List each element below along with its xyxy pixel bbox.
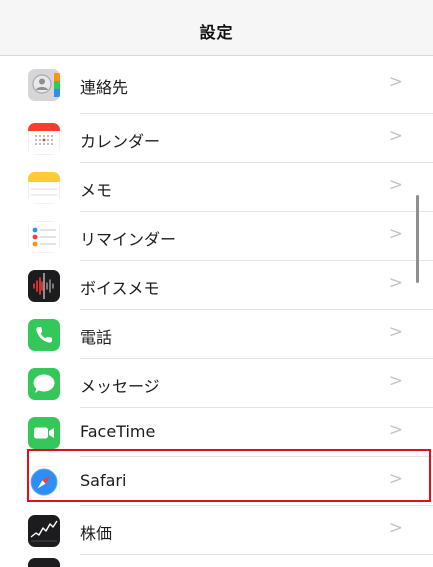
settings-item-label: 連絡先 (80, 78, 129, 97)
navigation-bar: 設定 (0, 0, 433, 56)
settings-screen: 設定 連絡先 > カレンダー > メモ > リマインダー > ボイスメモ > 電… (0, 0, 433, 567)
settings-item-contacts[interactable]: 連絡先 > (0, 56, 433, 114)
divider (80, 554, 433, 555)
contacts-icon (28, 69, 60, 101)
settings-item-notes[interactable]: メモ > (0, 163, 433, 212)
chevron-right-icon: > (388, 371, 403, 391)
messages-icon (28, 368, 60, 400)
settings-item-calendar[interactable]: カレンダー > (0, 114, 433, 163)
chevron-right-icon: > (388, 126, 403, 146)
chevron-right-icon: > (388, 175, 403, 195)
settings-item-label: カレンダー (80, 132, 161, 151)
calendar-icon (28, 123, 60, 155)
settings-item-stocks[interactable]: 株価 > (0, 506, 433, 555)
scroll-indicator[interactable] (416, 195, 419, 283)
chevron-right-icon: > (388, 420, 403, 440)
stocks-icon (28, 515, 60, 547)
highlight-box-safari (27, 449, 431, 502)
chevron-right-icon: > (388, 72, 403, 92)
settings-item-label: メモ (80, 181, 113, 200)
settings-item-label: メッセージ (80, 377, 160, 396)
settings-item-label: ボイスメモ (80, 279, 160, 298)
settings-item-label: 株価 (80, 524, 113, 543)
chevron-right-icon: > (388, 273, 403, 293)
reminders-icon (28, 221, 60, 253)
page-title: 設定 (199, 23, 234, 42)
settings-item-phone[interactable]: 電話 > (0, 310, 433, 359)
chevron-right-icon: > (388, 224, 403, 244)
app-icon-partial (28, 558, 60, 567)
chevron-right-icon: > (388, 518, 403, 538)
chevron-right-icon: > (388, 322, 403, 342)
settings-item-label: 電話 (80, 328, 113, 347)
notes-icon (28, 172, 60, 204)
facetime-icon (28, 417, 60, 449)
settings-item-label: リマインダー (80, 230, 177, 249)
voice-memos-icon (28, 270, 60, 302)
settings-item-messages[interactable]: メッセージ > (0, 359, 433, 408)
settings-item-voice-memos[interactable]: ボイスメモ > (0, 261, 433, 310)
phone-icon (28, 319, 60, 351)
settings-item-reminders[interactable]: リマインダー > (0, 212, 433, 261)
settings-item-label: FaceTime (80, 422, 156, 441)
